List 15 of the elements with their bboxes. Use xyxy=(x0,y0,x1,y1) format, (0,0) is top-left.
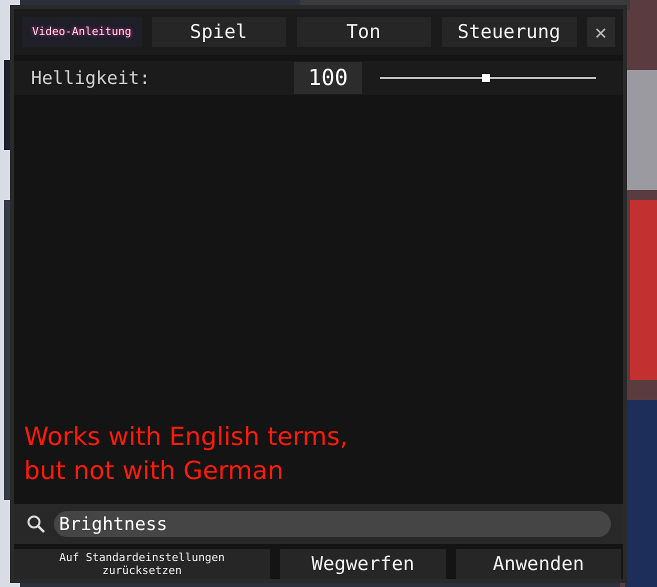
slider-thumb[interactable] xyxy=(482,74,490,82)
search-icon xyxy=(26,514,46,534)
action-button[interactable]: Anwenden xyxy=(456,549,621,579)
search-field[interactable]: Brightness xyxy=(54,511,611,537)
tab[interactable]: Ton xyxy=(296,17,431,47)
setting-label: Helligkeit: xyxy=(30,66,152,90)
brightness-slider[interactable] xyxy=(380,72,596,84)
annotation-text: Works with English terms, but not with German xyxy=(24,421,349,487)
value-field[interactable]: 100 xyxy=(294,62,362,94)
reset-button[interactable]: Auf Standardeinstellungen zurücksetzen xyxy=(14,549,270,579)
video-guide-link[interactable]: Video-Anleitung xyxy=(22,17,142,47)
tab[interactable]: Steuerung xyxy=(442,17,577,47)
tab[interactable]: Spiel xyxy=(152,17,286,47)
close-button[interactable]: ✕ xyxy=(586,17,615,47)
action-button[interactable]: Wegwerfen xyxy=(280,549,446,579)
